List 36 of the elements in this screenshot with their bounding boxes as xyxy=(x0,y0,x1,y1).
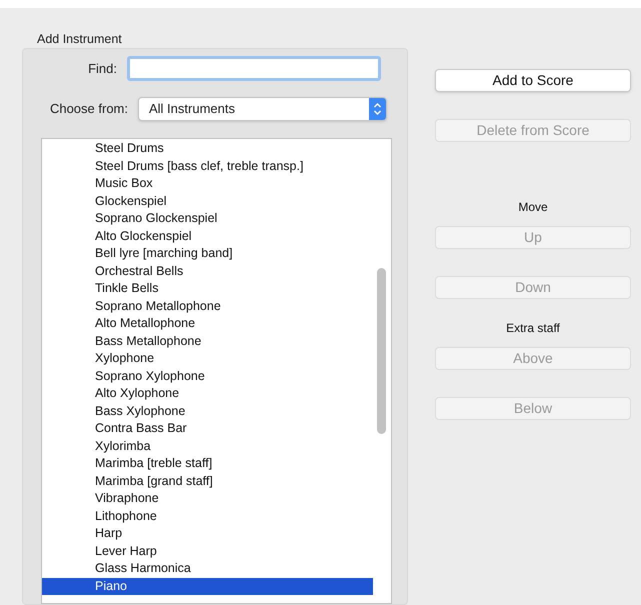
instrument-item[interactable]: Soprano Glockenspiel xyxy=(42,210,373,228)
find-field[interactable] xyxy=(127,56,381,81)
find-label: Find: xyxy=(87,60,118,78)
choose-dropdown[interactable]: All Instruments xyxy=(138,97,387,121)
instrument-item[interactable]: Lever Harp xyxy=(42,542,373,560)
instrument-item[interactable]: Steel Drums [bass clef, treble transp.] xyxy=(42,158,373,175)
section-label: Move xyxy=(517,199,549,216)
group-title: Add Instrument xyxy=(34,32,125,46)
instrument-item[interactable]: Alto Glockenspiel xyxy=(42,228,373,245)
stepper-icon xyxy=(369,98,386,120)
instrument-item[interactable]: Piano xyxy=(42,578,373,595)
instrument-item[interactable]: Steel Drums xyxy=(42,140,373,158)
instrument-item[interactable]: Glockenspiel xyxy=(42,192,373,210)
instrument-item[interactable]: Marimba [treble staff] xyxy=(42,455,373,472)
instrument-item[interactable]: Bass Xylophone xyxy=(42,402,373,420)
instrument-item[interactable]: Bass Metallophone xyxy=(42,332,373,350)
instrument-item[interactable]: Bell lyre [marching band] xyxy=(42,245,373,262)
instrument-item[interactable]: Xylorimba xyxy=(42,438,373,455)
scrollbar-thumb[interactable] xyxy=(377,268,386,434)
instrument-item[interactable]: Music Box xyxy=(42,175,373,192)
instrument-item[interactable]: Soprano Metallophone xyxy=(42,298,373,315)
instrument-item[interactable]: Contra Bass Bar xyxy=(42,420,373,438)
instrument-item[interactable]: Alto Xylophone xyxy=(42,385,373,402)
instrument-item[interactable]: Tinkle Bells xyxy=(42,280,373,298)
instrument-item[interactable]: Xylophone xyxy=(42,350,373,368)
action-button[interactable]: Add to Score xyxy=(435,69,631,92)
instrument-item[interactable]: Lithophone xyxy=(42,508,373,525)
instrument-item[interactable]: Alto Metallophone xyxy=(42,315,373,332)
section-label: Extra staff xyxy=(505,320,561,337)
instrument-item[interactable]: Harp xyxy=(42,525,373,542)
instrument-item[interactable]: Soprano Xylophone xyxy=(42,368,373,385)
instrument-item[interactable]: Marimba [grand staff] xyxy=(42,472,373,490)
instrument-item[interactable]: Glass Harmonica xyxy=(42,560,373,578)
choose-label: Choose from: xyxy=(48,100,129,118)
instrument-item[interactable]: Vibraphone xyxy=(42,490,373,508)
instrument-item[interactable]: Orchestral Bells xyxy=(42,262,373,280)
